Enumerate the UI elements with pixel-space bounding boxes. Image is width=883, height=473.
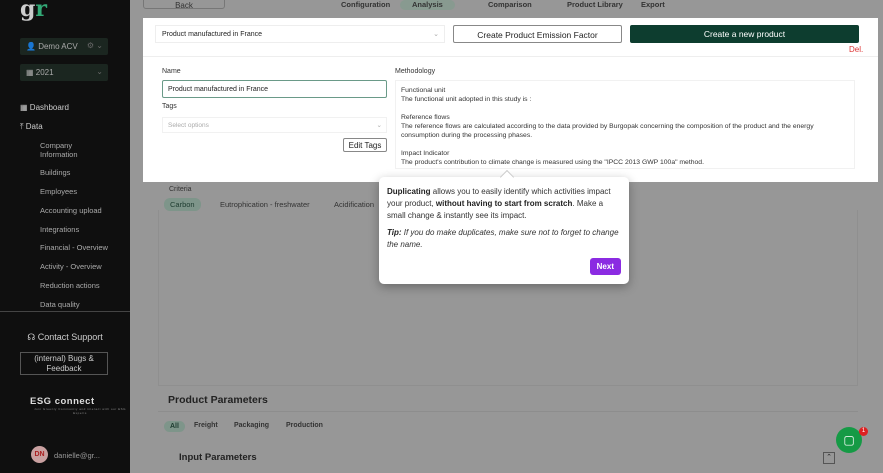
nav-label: Dashboard: [29, 103, 69, 112]
tooltip-bold: Duplicating: [387, 187, 431, 196]
onboarding-tooltip: Duplicating allows you to easily identif…: [379, 177, 629, 284]
tags-placeholder: Select options: [168, 122, 209, 129]
name-label: Name: [162, 68, 181, 75]
product-parameters-title: Product Parameters: [168, 394, 268, 406]
param-tab-packaging[interactable]: Packaging: [234, 422, 269, 429]
chat-badge: 1: [859, 427, 868, 436]
contact-support-button[interactable]: ☊ Contact Support: [0, 332, 130, 343]
fu-text: The functional unit adopted in this stud…: [401, 96, 532, 103]
name-input[interactable]: Product manufactured in France: [162, 80, 387, 98]
back-label: Back: [175, 1, 193, 10]
tab-configuration[interactable]: Configuration: [341, 0, 390, 9]
rf-text: The reference flows are calculated accor…: [401, 123, 814, 139]
year-label: 2021: [35, 68, 54, 77]
workspace-label: Demo ACV: [38, 42, 78, 51]
divider: [0, 311, 130, 312]
rf-title: Reference flows: [401, 114, 450, 121]
nav-label: Data: [25, 122, 43, 131]
nav-data[interactable]: ⤒ Data: [20, 122, 43, 132]
nav-accounting-upload[interactable]: Accounting upload: [40, 206, 102, 215]
nav-financial-overview[interactable]: Financial - Overview: [40, 243, 108, 252]
esg-label: ESG connect: [30, 396, 95, 407]
logo[interactable]: gr: [20, 0, 47, 22]
upload-icon: ⤒: [20, 122, 24, 131]
tooltip-tip: Tip: If you do make duplicates, make sur…: [387, 227, 621, 251]
param-tab-production[interactable]: Production: [286, 422, 323, 429]
methodology-textarea[interactable]: Functional unit The functional unit adop…: [395, 80, 855, 169]
methodology-label: Methodology: [395, 68, 436, 75]
tab-comparison[interactable]: Comparison: [488, 0, 532, 9]
nav-dashboard[interactable]: ▦ Dashboard: [20, 103, 69, 112]
year-select[interactable]: ▦ 2021 ⌄: [20, 64, 108, 81]
input-parameters-title: Input Parameters: [179, 452, 257, 463]
create-emission-factor-button[interactable]: Create Product Emission Factor: [453, 25, 622, 43]
dashboard-icon: ▦: [20, 103, 28, 112]
tip-label: Tip:: [387, 228, 402, 237]
tab-analysis[interactable]: Analysis: [400, 0, 455, 10]
nav-reduction-actions[interactable]: Reduction actions: [40, 281, 100, 290]
chat-icon: ▢: [843, 433, 855, 447]
back-button[interactable]: Back: [143, 0, 225, 10]
divider: [143, 56, 878, 57]
workspace-select[interactable]: 👤 Demo ACV ⚙ ⌄: [20, 38, 108, 55]
esg-sub: Join Greenly Community and interact with…: [34, 407, 126, 415]
nav-buildings[interactable]: Buildings: [40, 168, 70, 177]
delete-link[interactable]: Del.: [849, 45, 863, 54]
headset-icon: ☊: [27, 332, 36, 342]
criteria-label: Criteria: [169, 186, 192, 193]
fu-title: Functional unit: [401, 87, 446, 94]
nav-activity-overview[interactable]: Activity - Overview: [40, 262, 102, 271]
tab-product-library[interactable]: Product Library: [567, 0, 623, 9]
ii-text: The product's contribution to climate ch…: [401, 159, 704, 166]
next-button[interactable]: Next: [589, 258, 621, 275]
chevron-down-icon: ⌄: [96, 67, 103, 76]
tooltip-body: Duplicating allows you to easily identif…: [387, 186, 621, 222]
sidebar: gr 👤 Demo ACV ⚙ ⌄ ▦ 2021 ⌄ ▦ Dashboard ⤒ D…: [0, 0, 130, 473]
param-tab-freight[interactable]: Freight: [194, 422, 218, 429]
product-panel: Product manufactured in France ⌄ Create P…: [143, 18, 878, 182]
tab-export[interactable]: Export: [641, 0, 665, 9]
nav-integrations[interactable]: Integrations: [40, 225, 79, 234]
nav-data-quality[interactable]: Data quality: [40, 300, 80, 309]
tags-label: Tags: [162, 103, 177, 110]
collapse-icon[interactable]: ⌃: [823, 452, 835, 464]
nav-company-information[interactable]: Company Information: [40, 141, 100, 159]
product-select-value: Product manufactured in France: [162, 31, 262, 38]
user-email[interactable]: danielle@gr...: [54, 451, 100, 460]
product-select[interactable]: Product manufactured in France ⌄: [155, 25, 445, 43]
chevron-down-icon: ⌄: [376, 122, 382, 129]
esg-connect-link[interactable]: ESG connect Join Greenly Community and in…: [30, 396, 130, 415]
ii-title: Impact Indicator: [401, 150, 450, 157]
nav-employees[interactable]: Employees: [40, 187, 77, 196]
chevron-down-icon: ⌄: [433, 31, 439, 38]
avatar[interactable]: DN: [31, 446, 48, 463]
tip-text: If you do make duplicates, make sure not…: [387, 228, 619, 249]
param-tab-all[interactable]: All: [164, 421, 185, 432]
divider: [158, 411, 858, 412]
tags-select[interactable]: Select options ⌄: [162, 117, 387, 133]
bugs-feedback-button[interactable]: (internal) Bugs & Feedback: [20, 352, 108, 375]
create-new-product-button[interactable]: Create a new product: [630, 25, 859, 43]
tooltip-bold: without having to start from scratch: [435, 199, 573, 208]
chevron-down-icon: ⚙ ⌄: [86, 41, 103, 50]
edit-tags-button[interactable]: Edit Tags: [343, 138, 387, 152]
contact-label: Contact Support: [37, 332, 103, 342]
